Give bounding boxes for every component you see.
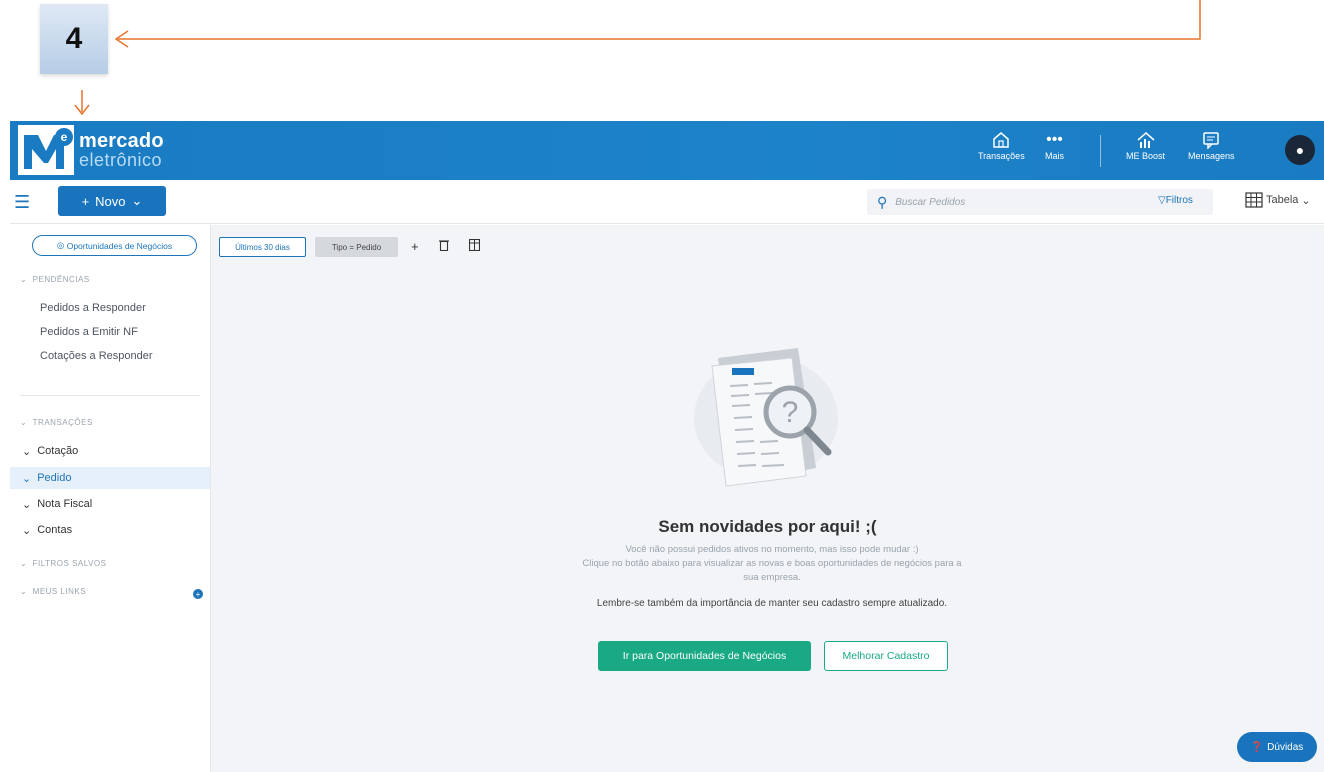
section-filtros-salvos[interactable]: ⌄ FILTROS SALVOS bbox=[20, 559, 107, 568]
hamburger-menu-icon[interactable]: ☰ bbox=[14, 192, 30, 213]
search-placeholder: Buscar Pedidos bbox=[895, 196, 966, 208]
svg-text:e: e bbox=[61, 130, 68, 144]
section-transacoes[interactable]: ⌄ TRANSAÇÕES bbox=[20, 418, 93, 427]
sidebar-item-contas[interactable]: ⌄ Contas bbox=[10, 519, 210, 541]
view-selector[interactable]: Tabela ⌄ bbox=[1245, 192, 1311, 208]
empty-state-title: Sem novidades por aqui! ;( bbox=[658, 517, 877, 536]
trash-icon[interactable] bbox=[439, 239, 449, 254]
sidebar: ◎ Oportunidades de Negócios ⌄ PENDÊNCIAS… bbox=[10, 225, 211, 772]
chevron-down-icon: ⌄ bbox=[22, 498, 32, 511]
user-avatar[interactable]: ● bbox=[1285, 135, 1315, 165]
sidebar-item-nota-fiscal[interactable]: ⌄ Nota Fiscal bbox=[10, 493, 210, 515]
user-icon: ● bbox=[1295, 142, 1305, 158]
new-button[interactable]: + Novo ⌄ bbox=[58, 186, 166, 216]
nav-me-boost[interactable]: ME Boost bbox=[1126, 129, 1165, 161]
section-label: FILTROS SALVOS bbox=[32, 559, 107, 568]
chevron-down-icon: ⌄ bbox=[22, 524, 32, 537]
help-icon: ❓ bbox=[1250, 741, 1264, 753]
nav-mais[interactable]: ••• Mais bbox=[1045, 129, 1064, 161]
sidebar-divider bbox=[20, 395, 200, 396]
logo-text: mercado eletrônico bbox=[79, 131, 164, 169]
empty-state-line3: Lembre-se também da importância de mante… bbox=[596, 598, 948, 609]
plus-icon: + bbox=[81, 193, 90, 209]
opportunities-icon: ◎ bbox=[56, 240, 67, 250]
empty-state-line1: Você não possui pedidos ativos no moment… bbox=[625, 544, 919, 555]
period-filter-chip[interactable]: Últimos 30 dias bbox=[219, 237, 306, 257]
nav-label: Mensagens bbox=[1188, 151, 1235, 161]
new-button-label: Novo bbox=[95, 193, 126, 209]
chevron-down-icon: ⌄ bbox=[1301, 194, 1311, 207]
sidebar-item-pedidos-emitir-nf[interactable]: Pedidos a Emitir NF bbox=[40, 326, 138, 338]
improve-registration-button[interactable]: Melhorar Cadastro bbox=[824, 641, 948, 671]
sidebar-item-cotacao[interactable]: ⌄ Cotação bbox=[10, 440, 210, 462]
logo-icon: e bbox=[18, 125, 74, 175]
columns-icon[interactable] bbox=[468, 238, 481, 254]
annotation-arrow-horizontal bbox=[118, 0, 1201, 40]
filter-icon: ▽ bbox=[1158, 195, 1166, 206]
view-label: Tabela bbox=[1266, 194, 1299, 206]
toolbar: ☰ + Novo ⌄ ⚲ Buscar Pedidos ▽Filtros Tab… bbox=[10, 180, 1324, 224]
empty-state-illustration: ? bbox=[694, 348, 838, 487]
sidebar-item-pedido[interactable]: ⌄ Pedido bbox=[10, 467, 210, 489]
home-icon bbox=[992, 129, 1010, 151]
section-meus-links[interactable]: ⌄ MEUS LINKS bbox=[20, 587, 86, 596]
chevron-down-icon: ⌄ bbox=[22, 472, 32, 485]
annotation-arrowhead-down bbox=[74, 104, 90, 116]
chevron-down-icon: ⌄ bbox=[131, 193, 143, 208]
help-button[interactable]: ❓ Dúvidas bbox=[1237, 732, 1317, 762]
section-label: TRANSAÇÕES bbox=[32, 418, 93, 427]
add-link-icon[interactable]: + bbox=[193, 589, 203, 599]
svg-text:?: ? bbox=[782, 396, 799, 429]
empty-state-line2: Clique no botão abaixo para visualizar a… bbox=[582, 558, 962, 583]
add-filter-icon[interactable]: + bbox=[411, 239, 419, 254]
chevron-down-icon: ⌄ bbox=[22, 445, 32, 458]
header-divider bbox=[1100, 135, 1101, 167]
section-label: PENDÊNCIAS bbox=[32, 275, 90, 284]
message-icon bbox=[1202, 129, 1220, 151]
sidebar-item-pedidos-responder[interactable]: Pedidos a Responder bbox=[40, 302, 146, 314]
sidebar-item-label: Nota Fiscal bbox=[37, 498, 93, 510]
main-content: Últimos 30 dias Tipo = Pedido + ? Sem no… bbox=[211, 225, 1324, 772]
search-icon: ⚲ bbox=[877, 193, 888, 210]
table-icon bbox=[1245, 192, 1263, 208]
annotation-arrowhead-left bbox=[114, 30, 129, 48]
section-label: MEUS LINKS bbox=[32, 587, 87, 596]
opportunities-label: Oportunidades de Negócios bbox=[66, 240, 173, 251]
section-pendencias[interactable]: ⌄ PENDÊNCIAS bbox=[20, 275, 90, 284]
logo-line1: mercado bbox=[79, 130, 164, 152]
type-filter-chip[interactable]: Tipo = Pedido bbox=[315, 237, 398, 257]
nav-label: Mais bbox=[1045, 151, 1065, 161]
nav-label: ME Boost bbox=[1126, 151, 1166, 161]
filters-label: Filtros bbox=[1165, 195, 1193, 206]
nav-transacoes[interactable]: Transações bbox=[978, 129, 1025, 161]
help-label: Dúvidas bbox=[1267, 741, 1304, 753]
annotation-arrows bbox=[74, 0, 1201, 116]
chart-icon bbox=[1136, 129, 1156, 151]
sidebar-item-label: Contas bbox=[37, 524, 73, 536]
go-to-opportunities-button[interactable]: Ir para Oportunidades de Negócios bbox=[598, 641, 811, 671]
sidebar-item-label: Pedido bbox=[37, 472, 72, 484]
empty-state-text: Você não possui pedidos ativos no moment… bbox=[577, 543, 967, 585]
nav-label: Transações bbox=[978, 151, 1025, 161]
sidebar-item-label: Cotação bbox=[37, 445, 79, 457]
top-header: e mercado eletrônico Transações ••• Mais… bbox=[10, 121, 1324, 180]
opportunities-button[interactable]: ◎ Oportunidades de Negócios bbox=[32, 235, 197, 256]
more-dots-icon: ••• bbox=[1046, 131, 1063, 148]
filters-button[interactable]: ▽Filtros bbox=[1158, 195, 1193, 206]
nav-mensagens[interactable]: Mensagens bbox=[1188, 129, 1235, 161]
logo-line2: eletrônico bbox=[79, 150, 163, 170]
step-number-badge: 4 bbox=[40, 4, 108, 74]
sidebar-item-cotacoes-responder[interactable]: Cotações a Responder bbox=[40, 350, 153, 362]
